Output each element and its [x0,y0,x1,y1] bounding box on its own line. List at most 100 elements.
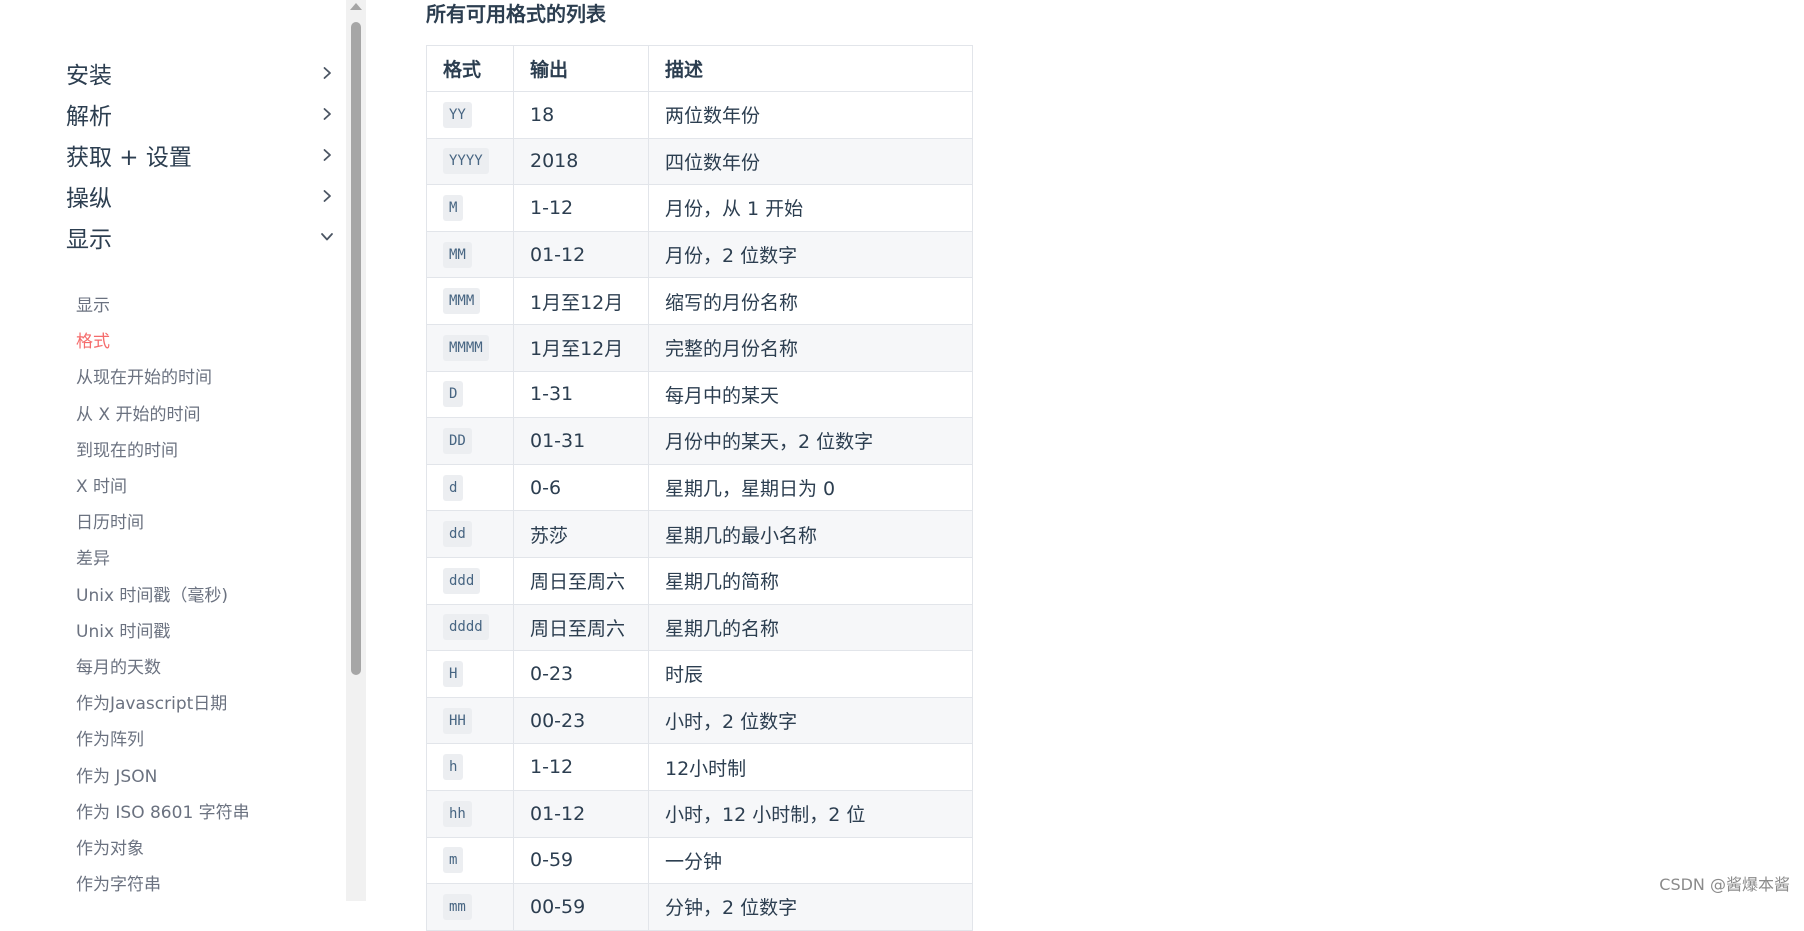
table-row: M1-12月份，从 1 开始 [427,185,973,232]
description-cell: 分钟，2 位数字 [649,884,973,931]
sidebar-section-4[interactable]: 显示 [66,219,336,255]
format-code: YY [443,102,472,128]
description-cell: 月份，从 1 开始 [649,185,973,232]
table-row: m0-59一分钟 [427,837,973,884]
chevron-down-icon [318,228,336,246]
format-code: MM [443,242,472,268]
output-cell: 0-6 [514,464,649,511]
format-code: D [443,381,463,407]
sidebar-section-label: 获取 + 设置 [66,138,192,172]
format-cell: dd [427,511,514,558]
format-code: MMMM [443,335,489,361]
sidebar-section-label: 显示 [66,220,112,254]
format-code: M [443,195,463,221]
table-row: dddd周日至周六星期几的名称 [427,604,973,651]
column-header-output: 输出 [514,46,649,92]
output-cell: 01-12 [514,231,649,278]
table-row: YY18两位数年份 [427,92,973,139]
sidebar-item[interactable]: 日历时间 [76,508,144,533]
sidebar-item[interactable]: 到现在的时间 [76,436,178,461]
format-code: DD [443,428,472,454]
scroll-up-arrow-icon[interactable] [350,3,362,10]
format-code: hh [443,801,472,827]
format-code: mm [443,894,472,920]
format-cell: d [427,464,514,511]
table-row: H0-23时辰 [427,651,973,698]
sidebar-item[interactable]: X 时间 [76,472,127,497]
description-cell: 小时，2 位数字 [649,697,973,744]
format-cell: DD [427,418,514,465]
format-cell: HH [427,697,514,744]
table-header-row: 格式 输出 描述 [427,46,973,92]
watermark: CSDN @酱爆本酱 [1659,871,1790,895]
format-cell: mm [427,884,514,931]
format-code: h [443,754,463,780]
sidebar-item[interactable]: Unix 时间戳（毫秒) [76,581,228,606]
sidebar-item[interactable]: 差异 [76,544,110,569]
description-cell: 时辰 [649,651,973,698]
sidebar-section-label: 安装 [66,56,112,90]
format-code: MMM [443,288,480,314]
format-cell: m [427,837,514,884]
output-cell: 苏莎 [514,511,649,558]
format-code: dd [443,521,472,547]
chevron-right-icon [318,187,336,205]
table-row: d 0-6星期几，星期日为 0 [427,464,973,511]
sidebar-item[interactable]: Unix 时间戳 [76,617,170,642]
sidebar-item[interactable]: 作为对象 [76,834,144,859]
column-header-description: 描述 [649,46,973,92]
sidebar-item[interactable]: 显示 [76,291,110,316]
description-cell: 星期几，星期日为 0 [649,464,973,511]
format-cell: h [427,744,514,791]
format-code: m [443,847,463,873]
format-code: dddd [443,614,489,640]
format-cell: YYYY [427,138,514,185]
page-title: 所有可用格式的列表 [426,0,606,28]
sidebar-item[interactable]: 作为 ISO 8601 字符串 [76,798,250,823]
format-cell: ddd [427,557,514,604]
table-row: MM01-12月份，2 位数字 [427,231,973,278]
format-code: H [443,661,463,687]
description-cell: 12小时制 [649,744,973,791]
sidebar-section-label: 操纵 [66,179,112,213]
description-cell: 完整的月份名称 [649,324,973,371]
sidebar-item[interactable]: 作为 JSON [76,762,157,787]
table-row: YYYY2018四位数年份 [427,138,973,185]
output-cell: 1月至12月 [514,278,649,325]
chevron-right-icon [318,146,336,164]
sidebar-item[interactable]: 从现在开始的时间 [76,363,212,388]
table-row: hh01-12小时，12 小时制，2 位 [427,790,973,837]
sidebar-section-3[interactable]: 操纵 [66,178,336,214]
output-cell: 00-23 [514,697,649,744]
sidebar-item[interactable]: 从 X 开始的时间 [76,400,200,425]
format-code: HH [443,708,472,734]
table-row: mm00-59分钟，2 位数字 [427,884,973,931]
column-header-format: 格式 [427,46,514,92]
chevron-right-icon [318,105,336,123]
sidebar-section-0[interactable]: 安装 [66,55,336,91]
description-cell: 两位数年份 [649,92,973,139]
sidebar-item[interactable]: 作为阵列 [76,725,144,750]
description-cell: 星期几的简称 [649,557,973,604]
output-cell: 1-12 [514,744,649,791]
description-cell: 星期几的名称 [649,604,973,651]
output-cell: 1-31 [514,371,649,418]
sidebar-item[interactable]: 每月的天数 [76,653,161,678]
sidebar-item[interactable]: 作为字符串 [76,870,161,895]
scrollbar-thumb[interactable] [351,22,361,675]
table-row: HH 00-23小时，2 位数字 [427,697,973,744]
sidebar-section-1[interactable]: 解析 [66,96,336,132]
table-row: h 1-1212小时制 [427,744,973,791]
table-row: MMMM1月至12月完整的月份名称 [427,324,973,371]
sidebar-section-label: 解析 [66,97,112,131]
description-cell: 星期几的最小名称 [649,511,973,558]
sidebar-section-2[interactable]: 获取 + 设置 [66,137,336,173]
format-cell: H [427,651,514,698]
format-code: d [443,475,463,501]
table-body: YY18两位数年份YYYY2018四位数年份M1-12月份，从 1 开始MM01… [427,92,973,931]
format-cell: hh [427,790,514,837]
format-cell: YY [427,92,514,139]
sidebar-item[interactable]: 格式 [76,327,110,352]
description-cell: 四位数年份 [649,138,973,185]
sidebar-item[interactable]: 作为Javascript日期 [76,689,227,714]
